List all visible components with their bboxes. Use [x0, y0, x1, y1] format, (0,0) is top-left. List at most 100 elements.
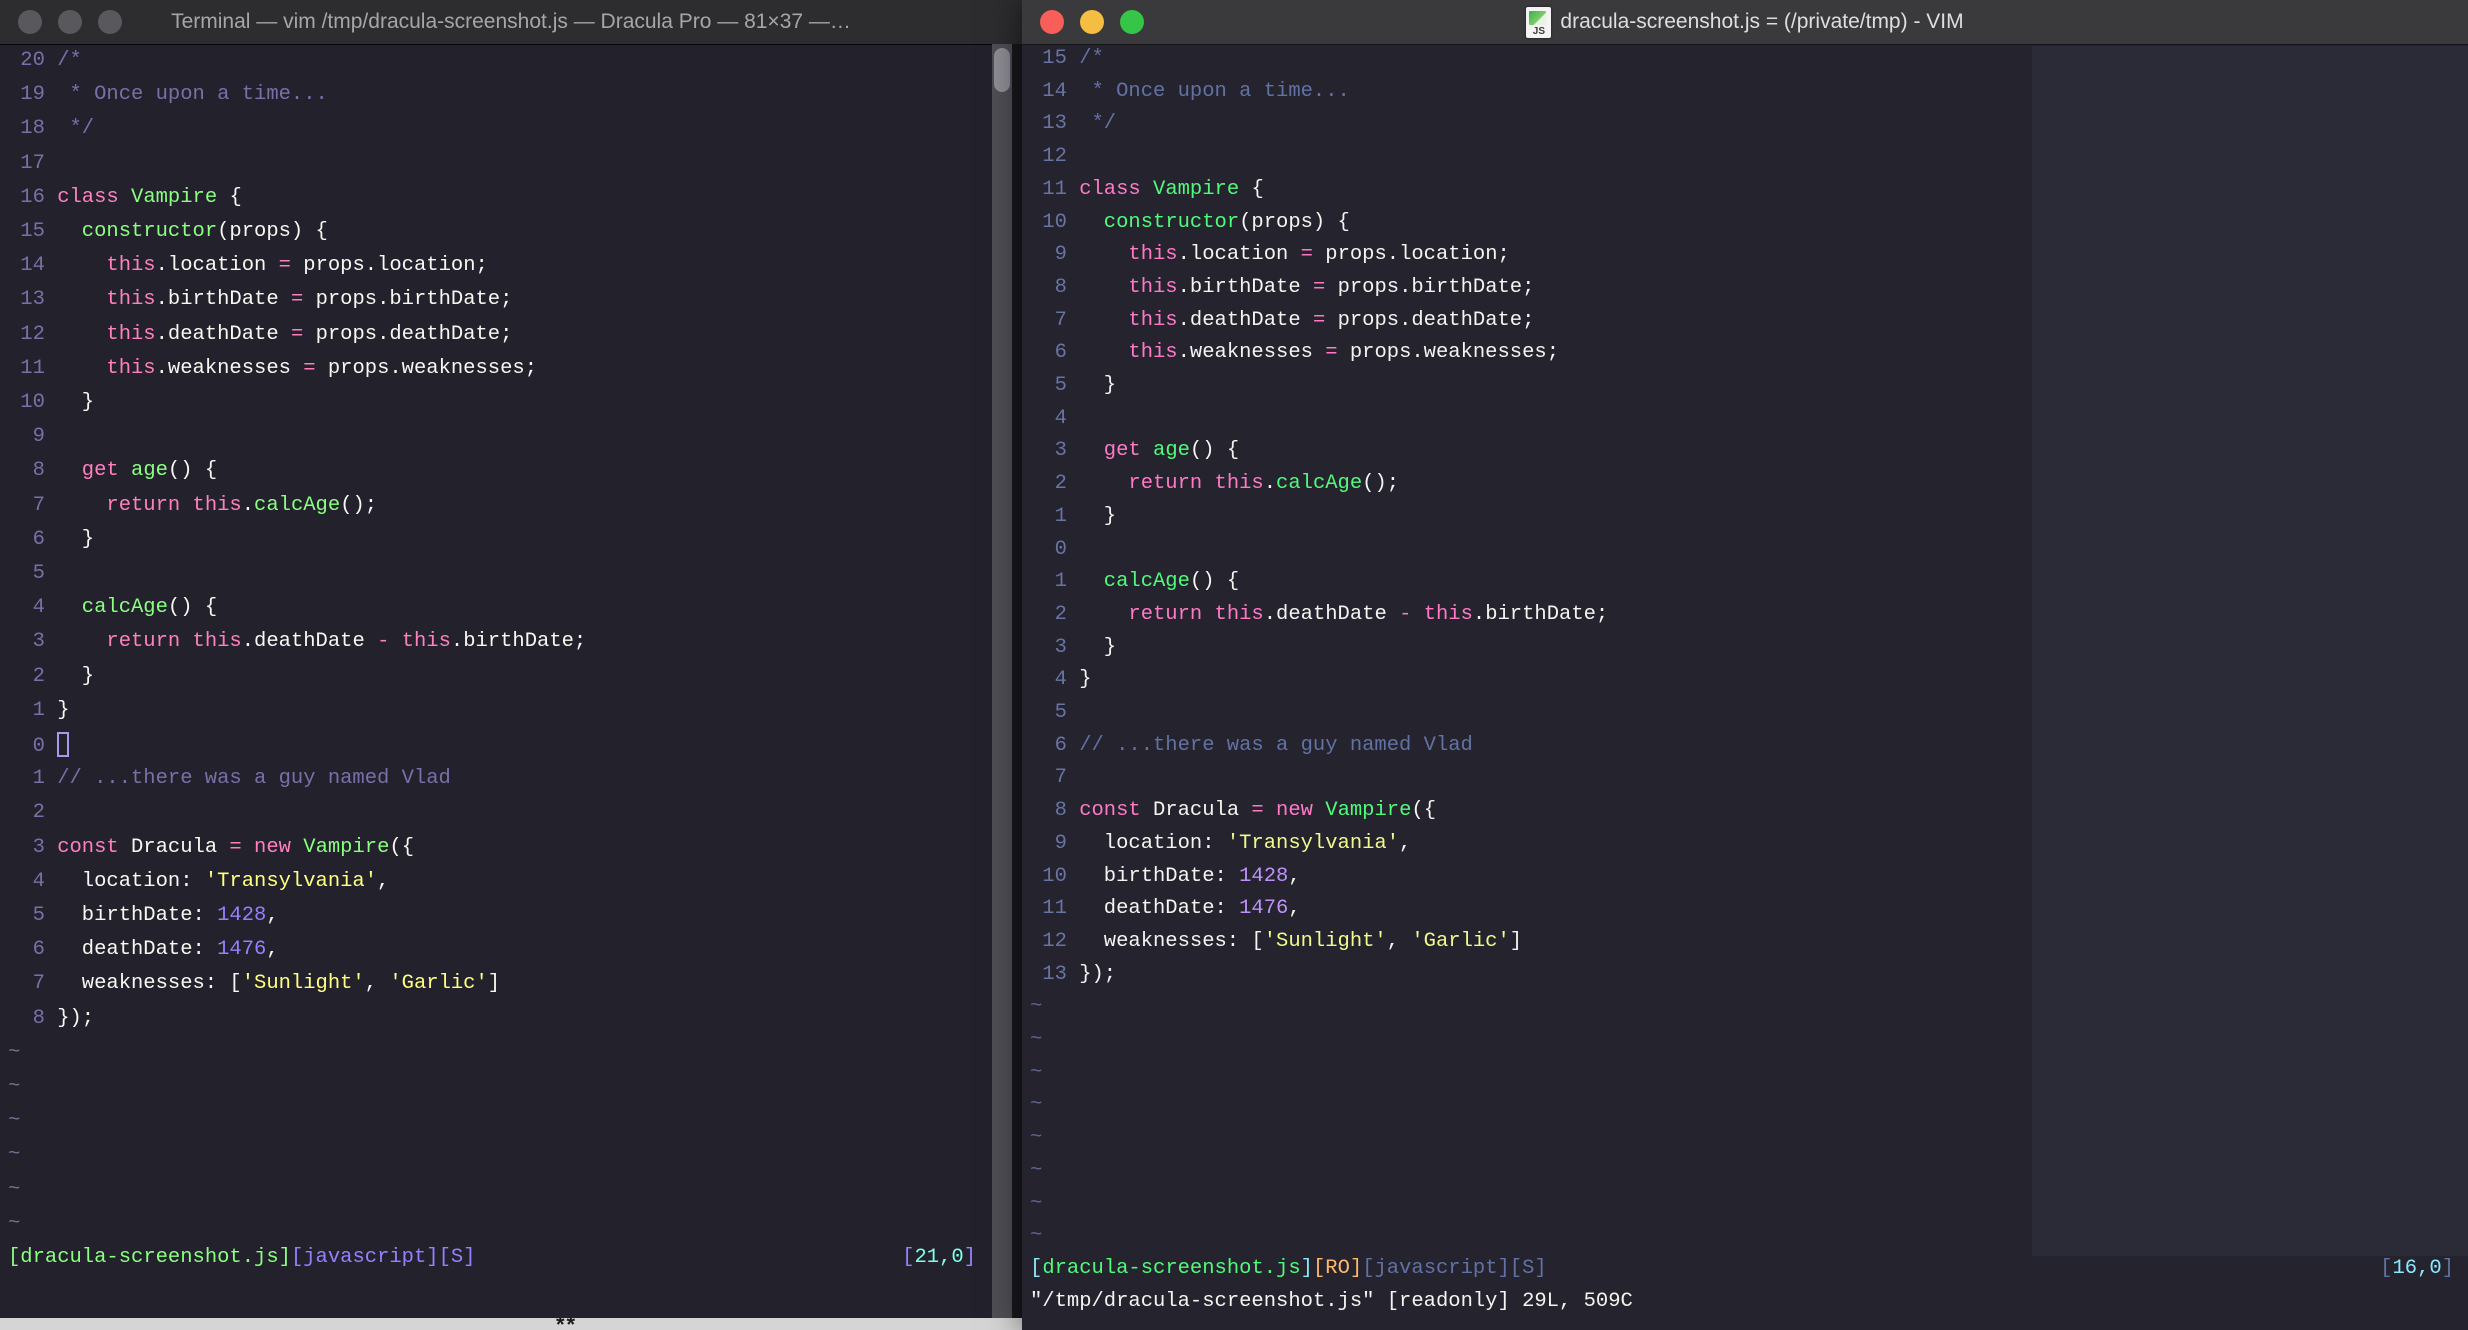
code-segment: return this	[106, 493, 242, 517]
code-segment: new	[1276, 799, 1313, 823]
scrollbar-thumb[interactable]	[994, 48, 1010, 92]
code-segment: .deathDate	[1177, 308, 1313, 332]
code-line: 1 calcAge() {	[1030, 569, 2428, 596]
code-segment: calcAge	[254, 493, 341, 517]
code-line: 3 const Dracula = new Vampire({	[8, 835, 982, 862]
line-number: 13	[1042, 112, 1067, 136]
tilde-line: ~	[1030, 995, 1043, 1019]
code-segment: /*	[1079, 47, 1104, 70]
code-line: 4 calcAge() {	[8, 595, 982, 622]
zoom-button[interactable]	[98, 10, 122, 34]
code-segment: location:	[57, 869, 205, 893]
code-segment: /*	[57, 49, 82, 72]
traffic-lights	[1022, 0, 1162, 44]
code-segment: return this	[1128, 472, 1264, 496]
code-line: 2 }	[8, 664, 982, 691]
code-segment: =	[1312, 308, 1326, 332]
tilde-line: ~	[1030, 1126, 1043, 1150]
zoom-button[interactable]	[1120, 10, 1144, 34]
code-line: 6 this.weaknesses = props.weaknesses;	[1030, 340, 2428, 367]
code-line: 15 /*	[1030, 46, 2428, 73]
line-number: 8	[32, 1006, 45, 1030]
line-number: 8	[1054, 275, 1067, 299]
terminal-window: Terminal — vim /tmp/dracula-screenshot.j…	[0, 0, 1023, 1318]
code-segment: (props) {	[217, 220, 328, 243]
code-segment: 'Transylvania'	[1226, 831, 1400, 855]
line-number: 17	[20, 151, 45, 175]
code-line: 20 /*	[8, 48, 982, 75]
vim-buffer-left[interactable]: 20/* 19 * Once upon a time... 18 */17 16 cla…	[0, 44, 1022, 1318]
code-segment: props.weaknesses;	[1337, 341, 1559, 365]
tilde-line: ~	[8, 1177, 21, 1201]
tilde-line: ~	[1030, 1224, 1043, 1248]
code-segment: .deathDate	[155, 322, 291, 346]
code-line: 4 location: 'Transylvania',	[8, 869, 982, 896]
code-segment: (props) {	[1239, 210, 1350, 234]
close-button[interactable]	[1040, 10, 1064, 34]
vim-buffer-right[interactable]: 15/* 14 * Once upon a time... 13 */12 11 cla…	[1022, 44, 2468, 1330]
vim-ruler-right: [16,0]	[2380, 1256, 2454, 1283]
code-segment: .birthDate;	[1472, 602, 1609, 626]
code-segment: Dracula	[118, 835, 230, 859]
line-number: 0	[1054, 537, 1067, 561]
code-segment: =	[290, 322, 304, 346]
minimize-button[interactable]	[1080, 10, 1104, 34]
code-line: 4}	[1030, 667, 2428, 694]
line-number: 13	[1042, 962, 1067, 986]
code-segment: Vampire	[1325, 799, 1412, 823]
code-line: 19 * Once upon a time...	[8, 82, 982, 109]
code-segment: * Once upon a time...	[57, 83, 328, 107]
code-segment: calcAge	[1103, 570, 1190, 594]
code-segment: // ...there was a guy named Vlad	[57, 767, 451, 791]
terminal-content[interactable]: 20/* 19 * Once upon a time... 18 */17 16 cla…	[0, 44, 1022, 1318]
close-button[interactable]	[18, 10, 42, 34]
line-number: 7	[32, 972, 45, 996]
code-line: 15 constructor(props) {	[8, 219, 982, 246]
code-line: 5	[1030, 700, 2428, 727]
code-line: 2 return this.calcAge();	[1030, 471, 2428, 498]
line-number: 15	[20, 220, 45, 243]
code-segment: ({	[389, 835, 414, 859]
code-segment: }	[57, 391, 95, 414]
scrollbar-track[interactable]	[992, 44, 1012, 1318]
line-number: 8	[32, 459, 45, 483]
code-segment: }	[1079, 504, 1117, 528]
code-segment: .	[1263, 472, 1277, 496]
line-number: 12	[1042, 929, 1067, 953]
line-number: 12	[1042, 145, 1067, 169]
line-number: 4	[32, 596, 45, 620]
code-segment: =	[1300, 243, 1313, 267]
code-segment: birthDate:	[57, 904, 218, 927]
terminal-titlebar[interactable]: Terminal — vim /tmp/dracula-screenshot.j…	[0, 0, 1022, 45]
macvim-titlebar[interactable]: JS dracula-screenshot.js = (/private/tmp…	[1022, 0, 2468, 45]
code-line: 18 */	[8, 116, 982, 143]
code-segment: ,	[364, 972, 390, 996]
code-segment: Vampire	[303, 835, 390, 859]
code-segment: =	[1251, 799, 1264, 823]
line-number: 2	[1054, 602, 1067, 626]
tilde-line: ~	[8, 1075, 21, 1098]
minimize-button[interactable]	[58, 10, 82, 34]
code-segment: });	[57, 1006, 95, 1030]
code-segment: ,	[1399, 831, 1412, 855]
macvim-content[interactable]: 15/* 14 * Once upon a time... 13 */12 11 cla…	[1022, 44, 2468, 1330]
line-number: 7	[32, 493, 45, 517]
line-number: 6	[32, 527, 45, 551]
line-number: 9	[32, 425, 45, 449]
code-segment: ,	[1288, 897, 1301, 921]
line-number: 4	[1054, 406, 1067, 430]
code-line: 13 */	[1030, 111, 2428, 138]
code-line: 8});	[8, 1006, 982, 1033]
code-segment: ]	[487, 972, 501, 996]
code-segment: props.location;	[290, 254, 488, 278]
